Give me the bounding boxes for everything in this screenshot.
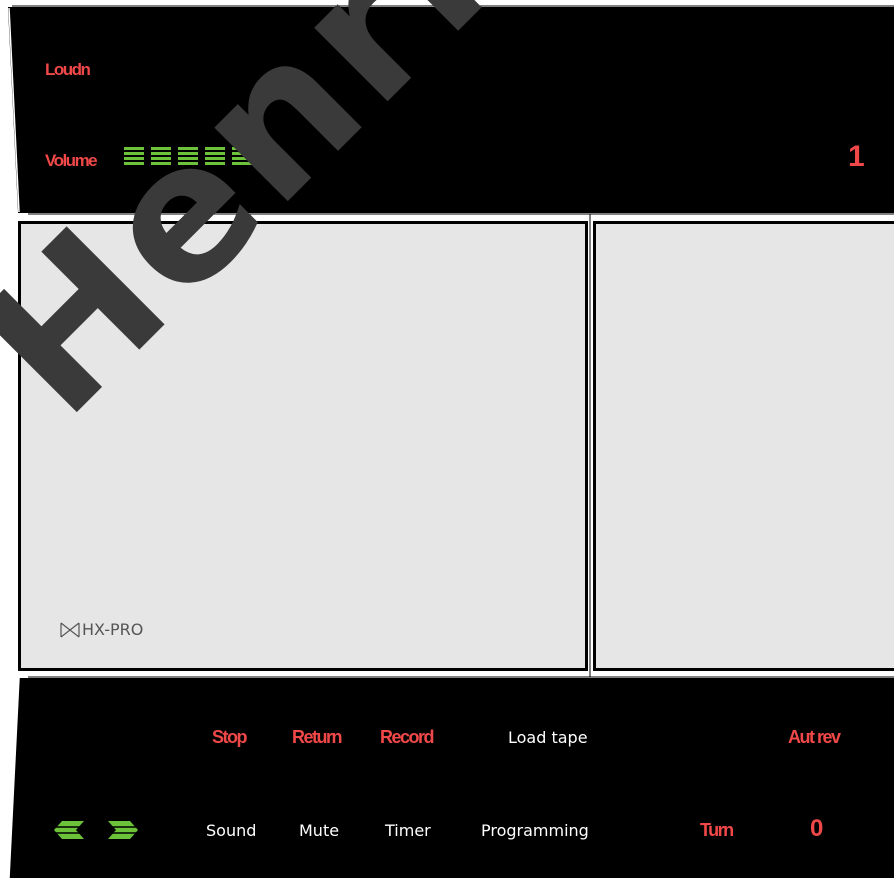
sound-button[interactable]: Sound [206,821,256,840]
rewind-arrow-icon[interactable] [50,820,84,840]
bottom-control-panel [8,677,894,878]
timer-button[interactable]: Timer [385,821,431,840]
turn-button[interactable]: Turn [700,820,734,841]
volume-bar [205,147,225,165]
volume-label: Volume [45,151,98,170]
hx-pro-label: HX-PRO [82,620,144,639]
hx-pro-logo-icon [60,622,80,637]
hx-pro-badge: HX-PRO [60,620,143,639]
cassette-window-right [593,221,894,671]
forward-arrow-icon[interactable] [108,820,142,840]
volume-bar [178,147,198,165]
volume-bar [124,147,144,165]
programming-button[interactable]: Programming [481,821,589,840]
track-number-display: 1 [848,140,865,173]
load-tape-button[interactable]: Load tape [508,728,588,747]
loudness-indicator: Loudn [45,60,91,79]
mute-button[interactable]: Mute [299,821,339,840]
auto-reverse-button[interactable]: Aut rev [788,727,841,748]
cassette-window-left [18,221,588,671]
record-button[interactable]: Record [380,727,435,748]
counter-display: 0 [810,815,824,842]
top-display-panel [7,5,894,213]
volume-bar [151,147,171,165]
stop-button[interactable]: Stop [212,727,248,748]
volume-level-meter [124,147,252,165]
volume-bar [232,147,252,165]
return-button[interactable]: Return [292,727,343,748]
